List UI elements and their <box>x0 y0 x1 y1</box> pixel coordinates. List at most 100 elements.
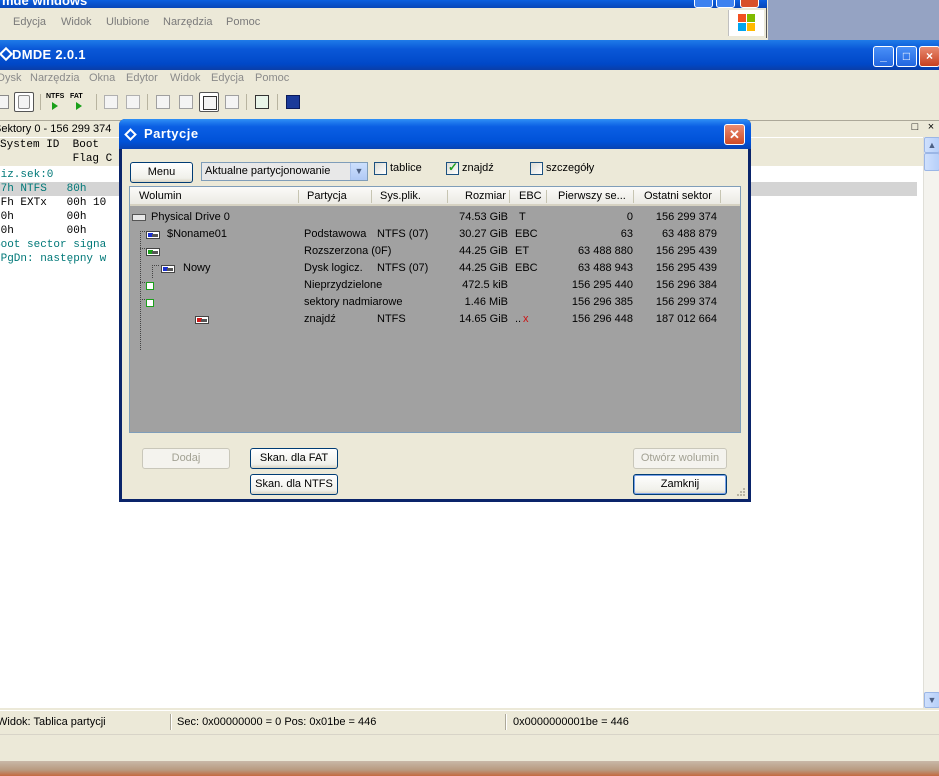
editor-line: 00h 00h <box>0 225 87 237</box>
cell-volume: Physical Drive 0 <box>151 211 230 223</box>
status-position: Sec: 0x00000000 = 0 Pos: 0x01be = 446 <box>177 716 377 728</box>
close-button[interactable]: × <box>919 46 939 67</box>
menu-widok[interactable]: Widok <box>170 72 201 84</box>
scan-fat-button[interactable]: Skan. dla FAT <box>250 448 338 469</box>
menu-button[interactable]: Menu <box>130 162 193 183</box>
column-separator <box>546 190 547 203</box>
table-row[interactable]: Rozszerzona (0F) 44.25 GiB ET 63 488 880… <box>130 243 740 260</box>
toolbar-view-hex-button[interactable] <box>153 92 173 112</box>
cell-partition: Podstawowa <box>304 228 367 240</box>
bg-menu-pomoc[interactable]: Pomoc <box>226 16 260 28</box>
cell-first-sector: 63 488 880 <box>577 245 633 257</box>
toolbar-paste-button[interactable] <box>123 92 143 112</box>
menu-okna[interactable]: Okna <box>89 72 115 84</box>
dialog-title: Partycje <box>144 126 199 141</box>
table-row[interactable]: znajdź NTFS 14.65 GiB .. x 156 296 448 1… <box>130 311 740 328</box>
editor-line: Boot sector signa <box>0 239 107 251</box>
add-button[interactable]: Dodaj <box>142 448 230 469</box>
status-separator <box>170 714 172 730</box>
close-child-button[interactable]: × <box>925 122 937 134</box>
menu-edytor[interactable]: Edytor <box>126 72 158 84</box>
scroll-down-button[interactable]: ▼ <box>924 692 939 708</box>
column-header-first-sector[interactable]: Pierwszy se... <box>558 190 626 202</box>
bg-menu-ulubione[interactable]: Ulubione <box>106 16 149 28</box>
checkbox-box[interactable] <box>374 162 387 175</box>
table-row[interactable]: Nowy Dysk logicz. NTFS (07) 44.25 GiB EB… <box>130 260 740 277</box>
cell-size: 74.53 GiB <box>459 211 508 223</box>
editor-line: Fiz.sek:0 <box>0 169 54 181</box>
background-window-title: mde windows <box>2 0 88 8</box>
table-row[interactable]: sektory nadmiarowe 1.46 MiB 156 296 385 … <box>130 294 740 311</box>
bottom-panel <box>0 734 939 761</box>
toolbar-scan-ntfs-button[interactable]: NTFS <box>46 92 66 112</box>
menu-narzedzia[interactable]: Narzędzia <box>30 72 80 84</box>
resize-grip-icon[interactable] <box>734 485 746 497</box>
cell-last-sector: 156 295 439 <box>655 245 717 257</box>
partitions-list[interactable]: Wolumin Partycja Sys.plik. Rozmiar EBC P… <box>129 186 741 433</box>
chevron-down-icon[interactable]: ▼ <box>350 163 367 180</box>
maximize-button[interactable]: □ <box>896 46 917 67</box>
background-window: mde windows Edycja Widok Ulubione Narzęd… <box>0 0 767 38</box>
toolbar-partitions-button[interactable] <box>14 92 34 112</box>
dialog-close-button[interactable]: ✕ <box>724 124 745 145</box>
main-toolbar: NTFS FAT <box>0 90 939 116</box>
cell-first-sector: 63 488 943 <box>577 262 633 274</box>
checkbox-tables[interactable]: tablice <box>374 161 434 177</box>
menu-edycja[interactable]: Edycja <box>211 72 244 84</box>
cell-last-sector: 156 299 374 <box>655 211 717 223</box>
background-close-button[interactable] <box>740 0 759 8</box>
table-row[interactable]: $Noname01 Podstawowa NTFS (07) 30.27 GiB… <box>130 226 740 243</box>
cell-partition: Rozszerzona (0F) <box>304 245 392 257</box>
checkbox-box[interactable] <box>530 162 543 175</box>
scroll-up-button[interactable]: ▲ <box>924 137 939 153</box>
checkbox-found[interactable]: ✓ znajdź <box>446 160 506 177</box>
column-header-partition[interactable]: Partycja <box>307 190 347 202</box>
cell-first-sector: 156 296 448 <box>571 313 633 325</box>
table-row[interactable]: Physical Drive 0 74.53 GiB T 0 156 299 3… <box>130 209 740 226</box>
menu-dysk[interactable]: Dysk <box>0 72 21 84</box>
editor-scrollbar[interactable]: ▲ ▼ <box>923 137 939 708</box>
column-header-filesystem[interactable]: Sys.plik. <box>380 190 421 202</box>
editor-line: [PgDn: następny w <box>0 253 107 265</box>
toolbar-view-template-button[interactable] <box>222 92 242 112</box>
close-dialog-button[interactable]: Zamknij <box>633 474 727 495</box>
extended-partition-icon <box>146 248 160 256</box>
bg-menu-widok[interactable]: Widok <box>61 16 92 28</box>
cell-last-sector: 156 295 439 <box>655 262 717 274</box>
toolbar-view-text-button[interactable] <box>176 92 196 112</box>
toolbar-scan-fat-button[interactable]: FAT <box>70 92 90 112</box>
checkbox-details[interactable]: szczegóły <box>530 161 600 177</box>
play-icon <box>52 102 58 110</box>
column-header-last-sector[interactable]: Ostatni sektor <box>644 190 712 202</box>
bg-menu-edycja[interactable]: Edycja <box>13 16 46 28</box>
background-maximize-button[interactable] <box>716 0 735 8</box>
restore-child-button[interactable]: □ <box>909 122 921 134</box>
background-minimize-button[interactable] <box>694 0 713 8</box>
scroll-thumb[interactable] <box>924 153 939 171</box>
scan-ntfs-button[interactable]: Skan. dla NTFS <box>250 474 338 495</box>
toolbar-disk-button[interactable] <box>0 92 12 112</box>
partitioning-select[interactable]: Aktualne partycjonowanie ▼ <box>201 162 368 181</box>
toolbar-about-button[interactable] <box>283 92 303 112</box>
found-partition-icon <box>195 316 209 324</box>
editor-line: 00h 00h <box>0 211 87 223</box>
toolbar-tree-button[interactable] <box>252 92 272 112</box>
bg-menu-narzedzia[interactable]: Narzędzia <box>163 16 213 28</box>
dmde-logo-icon <box>286 95 300 109</box>
toolbar-view-table-button[interactable] <box>199 92 219 112</box>
cell-filesystem: NTFS <box>377 313 406 325</box>
cell-filesystem: NTFS (07) <box>377 262 429 274</box>
toolbar-separator <box>246 94 247 110</box>
minimize-button[interactable]: _ <box>873 46 894 67</box>
checkbox-box[interactable]: ✓ <box>446 160 459 175</box>
column-header-ebc[interactable]: EBC <box>519 190 542 202</box>
status-separator <box>505 714 507 730</box>
table-row[interactable]: Nieprzydzielone 472.5 kiB 156 295 440 15… <box>130 277 740 294</box>
column-header-size[interactable]: Rozmiar <box>465 190 506 202</box>
menu-pomoc[interactable]: Pomoc <box>255 72 289 84</box>
toolbar-copy-button[interactable] <box>101 92 121 112</box>
open-volume-button[interactable]: Otwórz wolumin <box>633 448 727 469</box>
cell-last-sector: 187 012 664 <box>655 313 717 325</box>
column-header-volume[interactable]: Wolumin <box>139 190 182 202</box>
toolbar-separator <box>40 94 41 110</box>
